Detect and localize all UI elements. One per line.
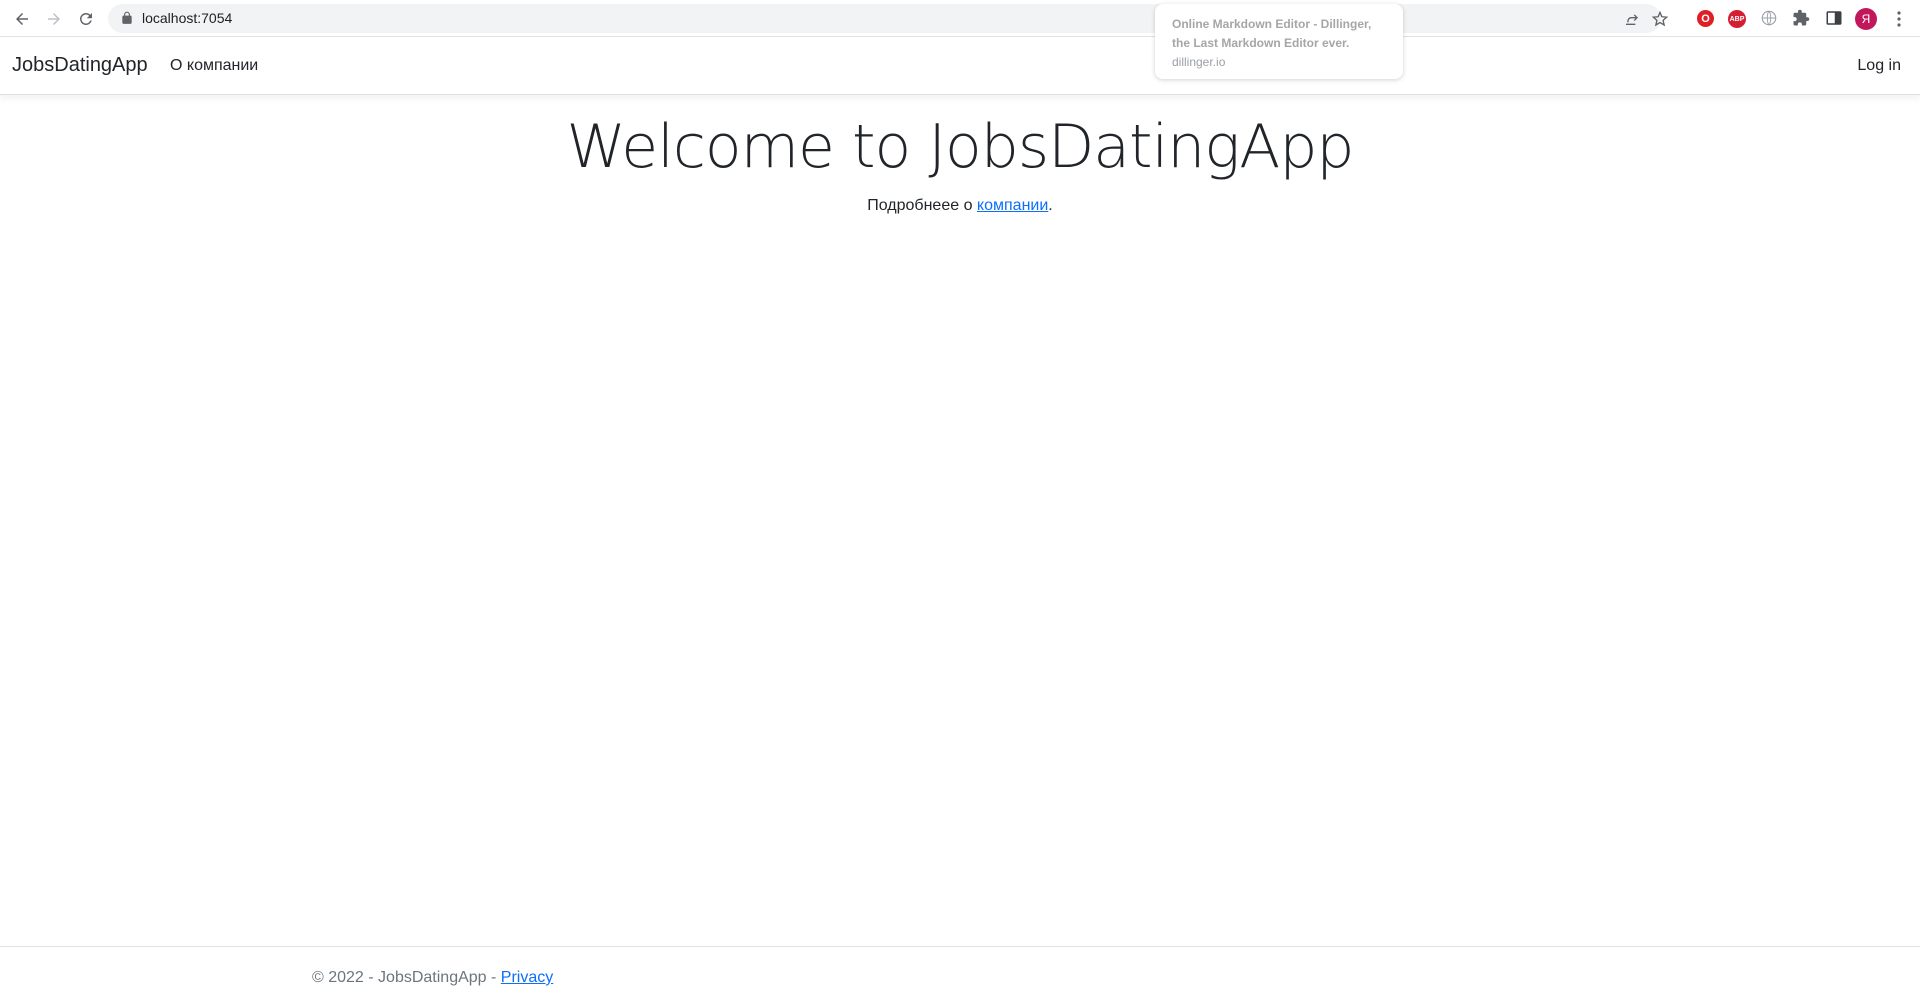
tab-hover-tooltip: Online Markdown Editor - Dillinger, the … xyxy=(1155,4,1403,79)
company-link[interactable]: компании xyxy=(977,197,1048,214)
tooltip-title-line2: the Last Markdown Editor ever. xyxy=(1172,36,1350,50)
navbar-brand[interactable]: JobsDatingApp xyxy=(12,54,148,77)
lead-suffix: . xyxy=(1048,197,1053,214)
adblock-plus-icon[interactable]: ABP xyxy=(1728,10,1746,28)
tooltip-title-line1: Online Markdown Editor - Dillinger, xyxy=(1172,17,1372,31)
tooltip-site: dillinger.io xyxy=(1172,55,1226,69)
browser-toolbar: localhost:7054 O ABP Я xyxy=(0,0,1920,37)
puzzle-icon[interactable] xyxy=(1791,8,1811,28)
opera-icon[interactable]: O xyxy=(1697,10,1714,27)
arrow-right-icon xyxy=(48,13,60,25)
main-content: Welcome to JobsDatingApp Подробнеее о ко… xyxy=(0,110,1920,218)
site-footer: © 2022 - JobsDatingApp - Privacy xyxy=(0,946,1920,1005)
reload-button[interactable] xyxy=(74,7,98,31)
footer-text: © 2022 - JobsDatingApp - Privacy xyxy=(312,969,553,987)
globe-icon[interactable] xyxy=(1759,8,1779,28)
page-title: Welcome to JobsDatingApp xyxy=(566,112,1355,182)
profile-avatar[interactable]: Я xyxy=(1855,8,1877,30)
back-button[interactable] xyxy=(10,7,34,31)
address-bar[interactable]: localhost:7054 xyxy=(108,4,1668,33)
share-icon[interactable] xyxy=(1624,11,1640,27)
reload-icon xyxy=(79,12,92,25)
footer-copyright: © 2022 - JobsDatingApp - xyxy=(312,969,501,986)
lead-paragraph: Подробнеее о компании. xyxy=(0,194,1920,218)
more-vert-icon[interactable] xyxy=(1891,9,1907,29)
forward-button[interactable] xyxy=(42,7,66,31)
avatar-letter: Я xyxy=(1861,12,1871,26)
abp-label: ABP xyxy=(1729,15,1745,23)
lock-icon[interactable] xyxy=(120,11,134,25)
site-navbar: JobsDatingApp О компании Log in xyxy=(0,38,1920,95)
url-text[interactable]: localhost:7054 xyxy=(142,10,232,27)
sidepanel-icon[interactable] xyxy=(1824,8,1844,28)
arrow-left-icon xyxy=(16,13,28,25)
login-link[interactable]: Log in xyxy=(1857,57,1901,75)
privacy-link[interactable]: Privacy xyxy=(501,969,553,986)
lead-prefix: Подробнеее о xyxy=(867,197,977,214)
bookmark-star-icon[interactable] xyxy=(1652,11,1668,27)
nav-link-about[interactable]: О компании xyxy=(170,57,258,75)
